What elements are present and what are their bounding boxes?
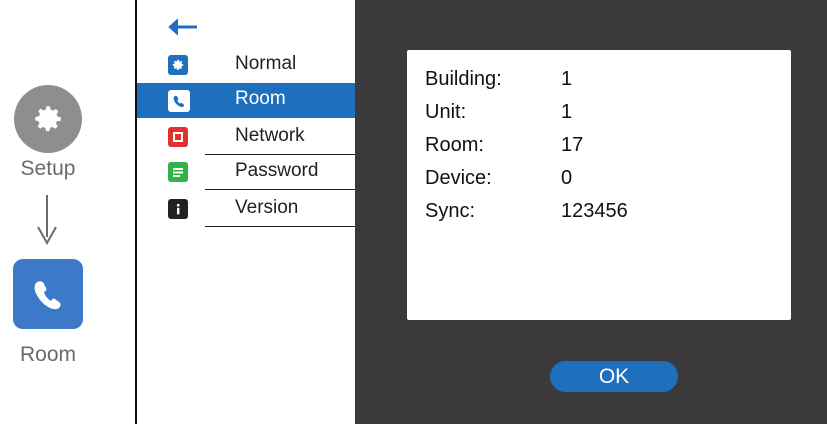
building-label: Building: <box>425 68 502 90</box>
arrow-down-icon <box>37 195 57 245</box>
device-screen: Normal Room Network Password Version Bui… <box>135 0 827 424</box>
setup-label: Setup <box>20 157 76 180</box>
room-settings-panel: Building: 1 Unit: 1 Room: 17 Device: 0 S… <box>355 0 827 424</box>
password-icon <box>168 162 188 182</box>
menu-item-label: Normal <box>235 53 297 74</box>
menu-item-password[interactable]: Password <box>137 155 355 190</box>
menu-item-label: Network <box>235 125 305 146</box>
device-value[interactable]: 0 <box>561 167 572 190</box>
room-value[interactable]: 17 <box>561 134 583 157</box>
menu-item-version[interactable]: Version <box>137 192 355 227</box>
building-value[interactable]: 1 <box>561 68 572 91</box>
gear-icon <box>35 106 61 132</box>
gear-icon <box>168 55 188 75</box>
menu-divider <box>205 226 355 227</box>
network-icon <box>168 127 188 147</box>
sync-label: Sync: <box>425 200 476 222</box>
phone-handset-icon <box>34 281 61 310</box>
menu-item-label: Password <box>235 160 319 181</box>
unit-value[interactable]: 1 <box>561 101 572 124</box>
menu-item-network[interactable]: Network <box>137 120 355 155</box>
room-label: Room <box>19 343 77 366</box>
arrow-left-icon[interactable] <box>165 16 199 38</box>
room-info-card: Building: 1 Unit: 1 Room: 17 Device: 0 S… <box>407 50 791 320</box>
menu-divider <box>205 189 355 190</box>
settings-menu: Normal Room Network Password Version <box>137 0 355 424</box>
menu-item-room[interactable]: Room <box>137 83 355 118</box>
menu-item-label: Version <box>235 197 299 218</box>
room-icon-square <box>13 259 83 329</box>
phone-icon <box>168 90 190 112</box>
setup-icon-circle <box>14 85 82 153</box>
menu-item-normal[interactable]: Normal <box>137 48 355 83</box>
unit-label: Unit: <box>425 101 467 123</box>
info-icon <box>168 199 188 219</box>
menu-item-label: Room <box>235 88 286 109</box>
device-label: Device: <box>425 167 492 189</box>
room-label: Room: <box>425 134 484 156</box>
ok-button[interactable]: OK <box>550 361 678 392</box>
guide-column: Setup Room <box>0 0 135 424</box>
sync-value[interactable]: 123456 <box>561 200 628 223</box>
